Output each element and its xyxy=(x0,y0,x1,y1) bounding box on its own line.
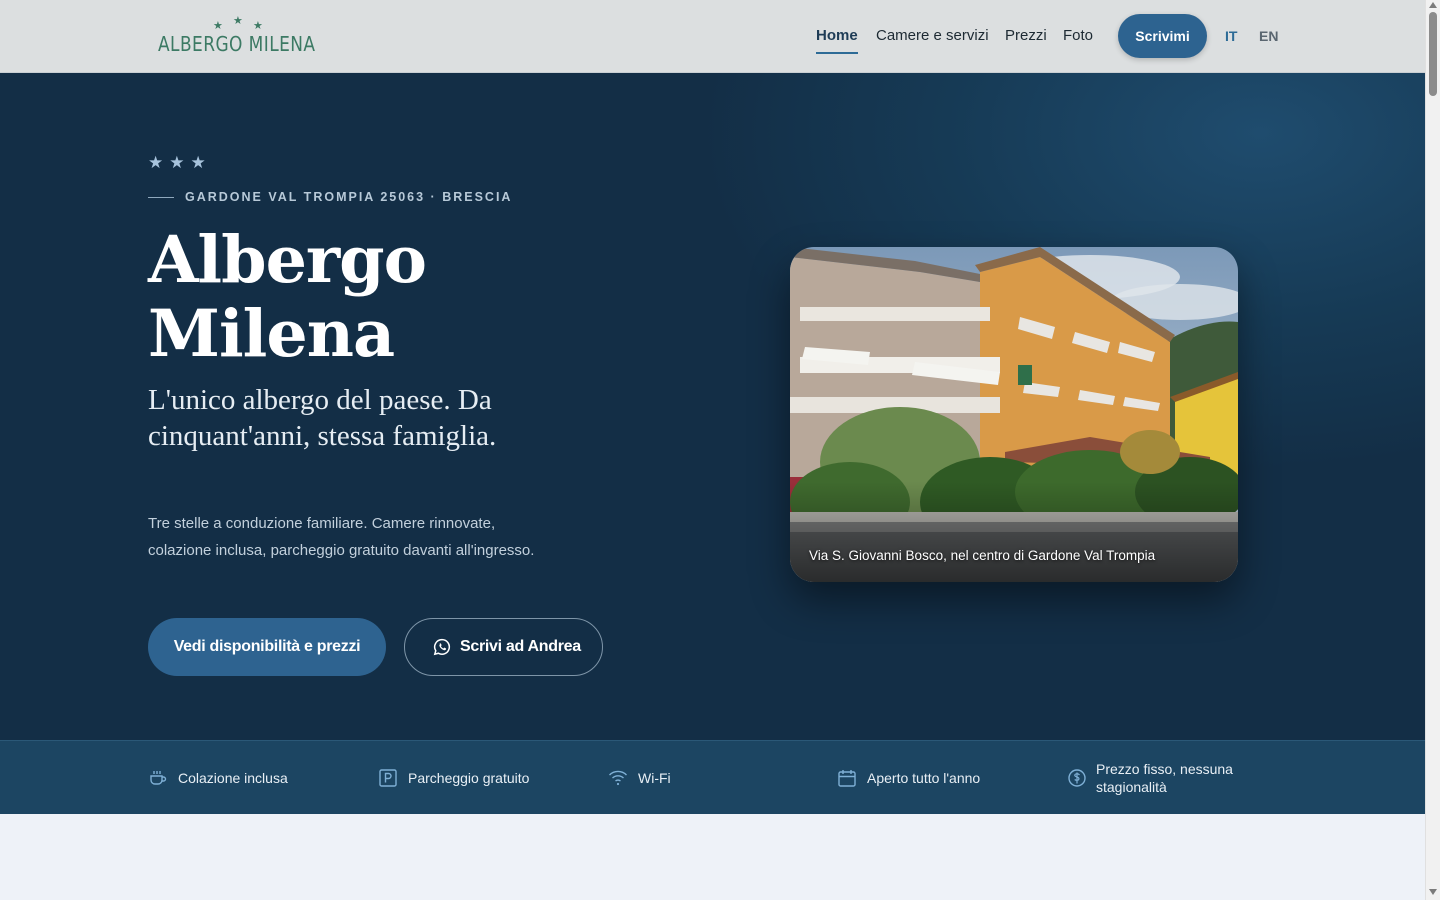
hero-title: Albergo Milena xyxy=(148,223,568,371)
hotel-photo: Via S. Giovanni Bosco, nel centro di Gar… xyxy=(790,247,1238,582)
wifi-icon xyxy=(609,770,627,786)
site-header: ★ ★ ★ ALBERGO MILENA Home Camere e servi… xyxy=(0,0,1425,73)
logo-text: ALBERGO MILENA xyxy=(158,32,316,56)
lang-it-link[interactable]: IT xyxy=(1225,28,1237,44)
scrollbar-thumb[interactable] xyxy=(1429,12,1437,96)
hero-location: GARDONE VAL TROMPIA 25063 · BRESCIA xyxy=(185,190,513,204)
logo[interactable]: ★ ★ ★ ALBERGO MILENA xyxy=(158,15,318,57)
nav-foto[interactable]: Foto xyxy=(1063,27,1093,44)
write-andrea-label: Scrivi ad Andrea xyxy=(460,638,581,655)
availability-prices-button[interactable]: Vedi disponibilità e prezzi xyxy=(148,618,386,676)
coffee-cup-icon xyxy=(150,771,167,785)
lang-en-link[interactable]: EN xyxy=(1259,28,1278,44)
hero-title-line2: Milena xyxy=(148,296,395,372)
nav-home[interactable]: Home xyxy=(816,27,858,44)
feature-parking-label: Parcheggio gratuito xyxy=(408,770,530,786)
whatsapp-icon xyxy=(433,638,451,656)
hero-description: Tre stelle a conduzione familiare. Camer… xyxy=(148,515,535,559)
calendar-icon xyxy=(838,770,856,787)
feature-open-all-year-label: Aperto tutto l'anno xyxy=(867,770,981,786)
feature-wifi-label: Wi-Fi xyxy=(638,770,671,786)
parking-icon xyxy=(379,769,397,787)
nav-camere-servizi[interactable]: Camere e servizi xyxy=(876,27,989,44)
hero-stars-icon: ★ ★ ★ xyxy=(148,153,206,172)
eyebrow-divider xyxy=(148,197,174,198)
features-bar: Colazione inclusa Parcheggio gratuito Wi… xyxy=(0,740,1425,814)
nav-active-indicator xyxy=(816,52,858,54)
nav-prezzi[interactable]: Prezzi xyxy=(1005,27,1047,44)
hero-subtitle: L'unico albergo del paese. Da cinquant'a… xyxy=(148,384,497,452)
scrivimi-button[interactable]: Scrivimi xyxy=(1118,14,1207,58)
feature-fixed-price-label: Prezzo fisso, nessuna stagionalità xyxy=(1096,761,1233,795)
scroll-down-arrow-icon[interactable] xyxy=(1429,889,1437,895)
write-andrea-button[interactable]: Scrivi ad Andrea xyxy=(404,618,603,676)
page-scrollbar[interactable] xyxy=(1425,0,1440,900)
logo-stars-icon: ★ ★ ★ xyxy=(213,15,263,32)
feature-breakfast-label: Colazione inclusa xyxy=(178,770,288,786)
photo-caption: Via S. Giovanni Bosco, nel centro di Gar… xyxy=(809,548,1156,563)
scroll-up-arrow-icon[interactable] xyxy=(1429,2,1437,8)
euro-coin-icon xyxy=(1068,769,1086,787)
hero-section: ★ ★ ★ GARDONE VAL TROMPIA 25063 · BRESCIA … xyxy=(0,73,1425,740)
hero-title-line1: Albergo xyxy=(148,222,427,298)
